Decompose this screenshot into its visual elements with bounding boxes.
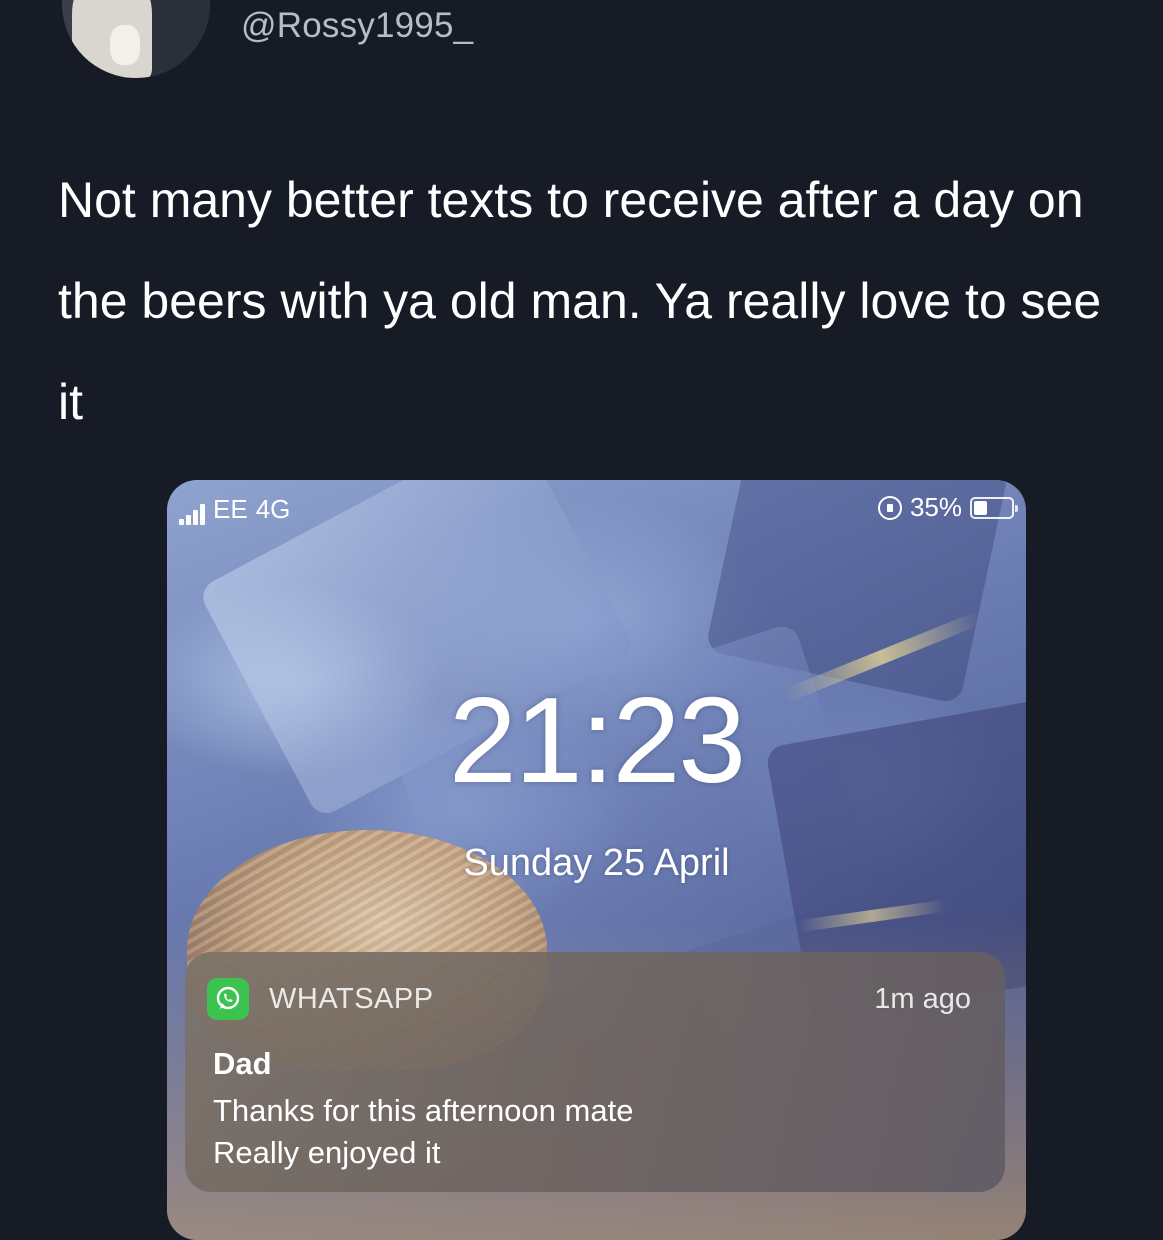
battery-percent: 35% (909, 492, 962, 522)
carrier-label: EE (213, 494, 248, 524)
battery-fill (974, 500, 987, 515)
notification-card[interactable]: WHATSAPP 1m ago Dad Thanks for this afte… (185, 952, 1005, 1192)
lockscreen-date: Sunday 25 April (463, 842, 730, 884)
orientation-lock-icon (877, 495, 902, 520)
notification-message-line: Really enjoyed it (213, 1135, 441, 1170)
user-handle[interactable]: @Rossy1995_ (241, 6, 473, 46)
notification-sender: Dad (213, 1046, 272, 1081)
battery-icon (970, 496, 1018, 519)
status-bar-right: 35% (877, 492, 1018, 523)
notification-message-line: Thanks for this afternoon mate (213, 1093, 634, 1128)
notification-header: WHATSAPP 1m ago (207, 978, 971, 1020)
network-label: 4G (255, 494, 291, 524)
status-bar-left: EE 4G (179, 494, 290, 525)
notification-message: Thanks for this afternoon mate Really en… (213, 1090, 633, 1174)
notification-app-name: WHATSAPP (269, 982, 434, 1015)
tweet-text: Not many better texts to receive after a… (58, 172, 1102, 430)
whatsapp-icon (207, 978, 249, 1020)
lockscreen-clock: 21:23 (448, 672, 746, 808)
tweet-media-image[interactable]: EE 4G 35% 21:23 Sunday 25 April WHATSAPP… (167, 480, 1026, 1240)
signal-icon (179, 503, 205, 525)
avatar-photo-detail (110, 25, 140, 65)
avatar[interactable] (62, 0, 210, 78)
notification-time: 1m ago (874, 982, 971, 1015)
